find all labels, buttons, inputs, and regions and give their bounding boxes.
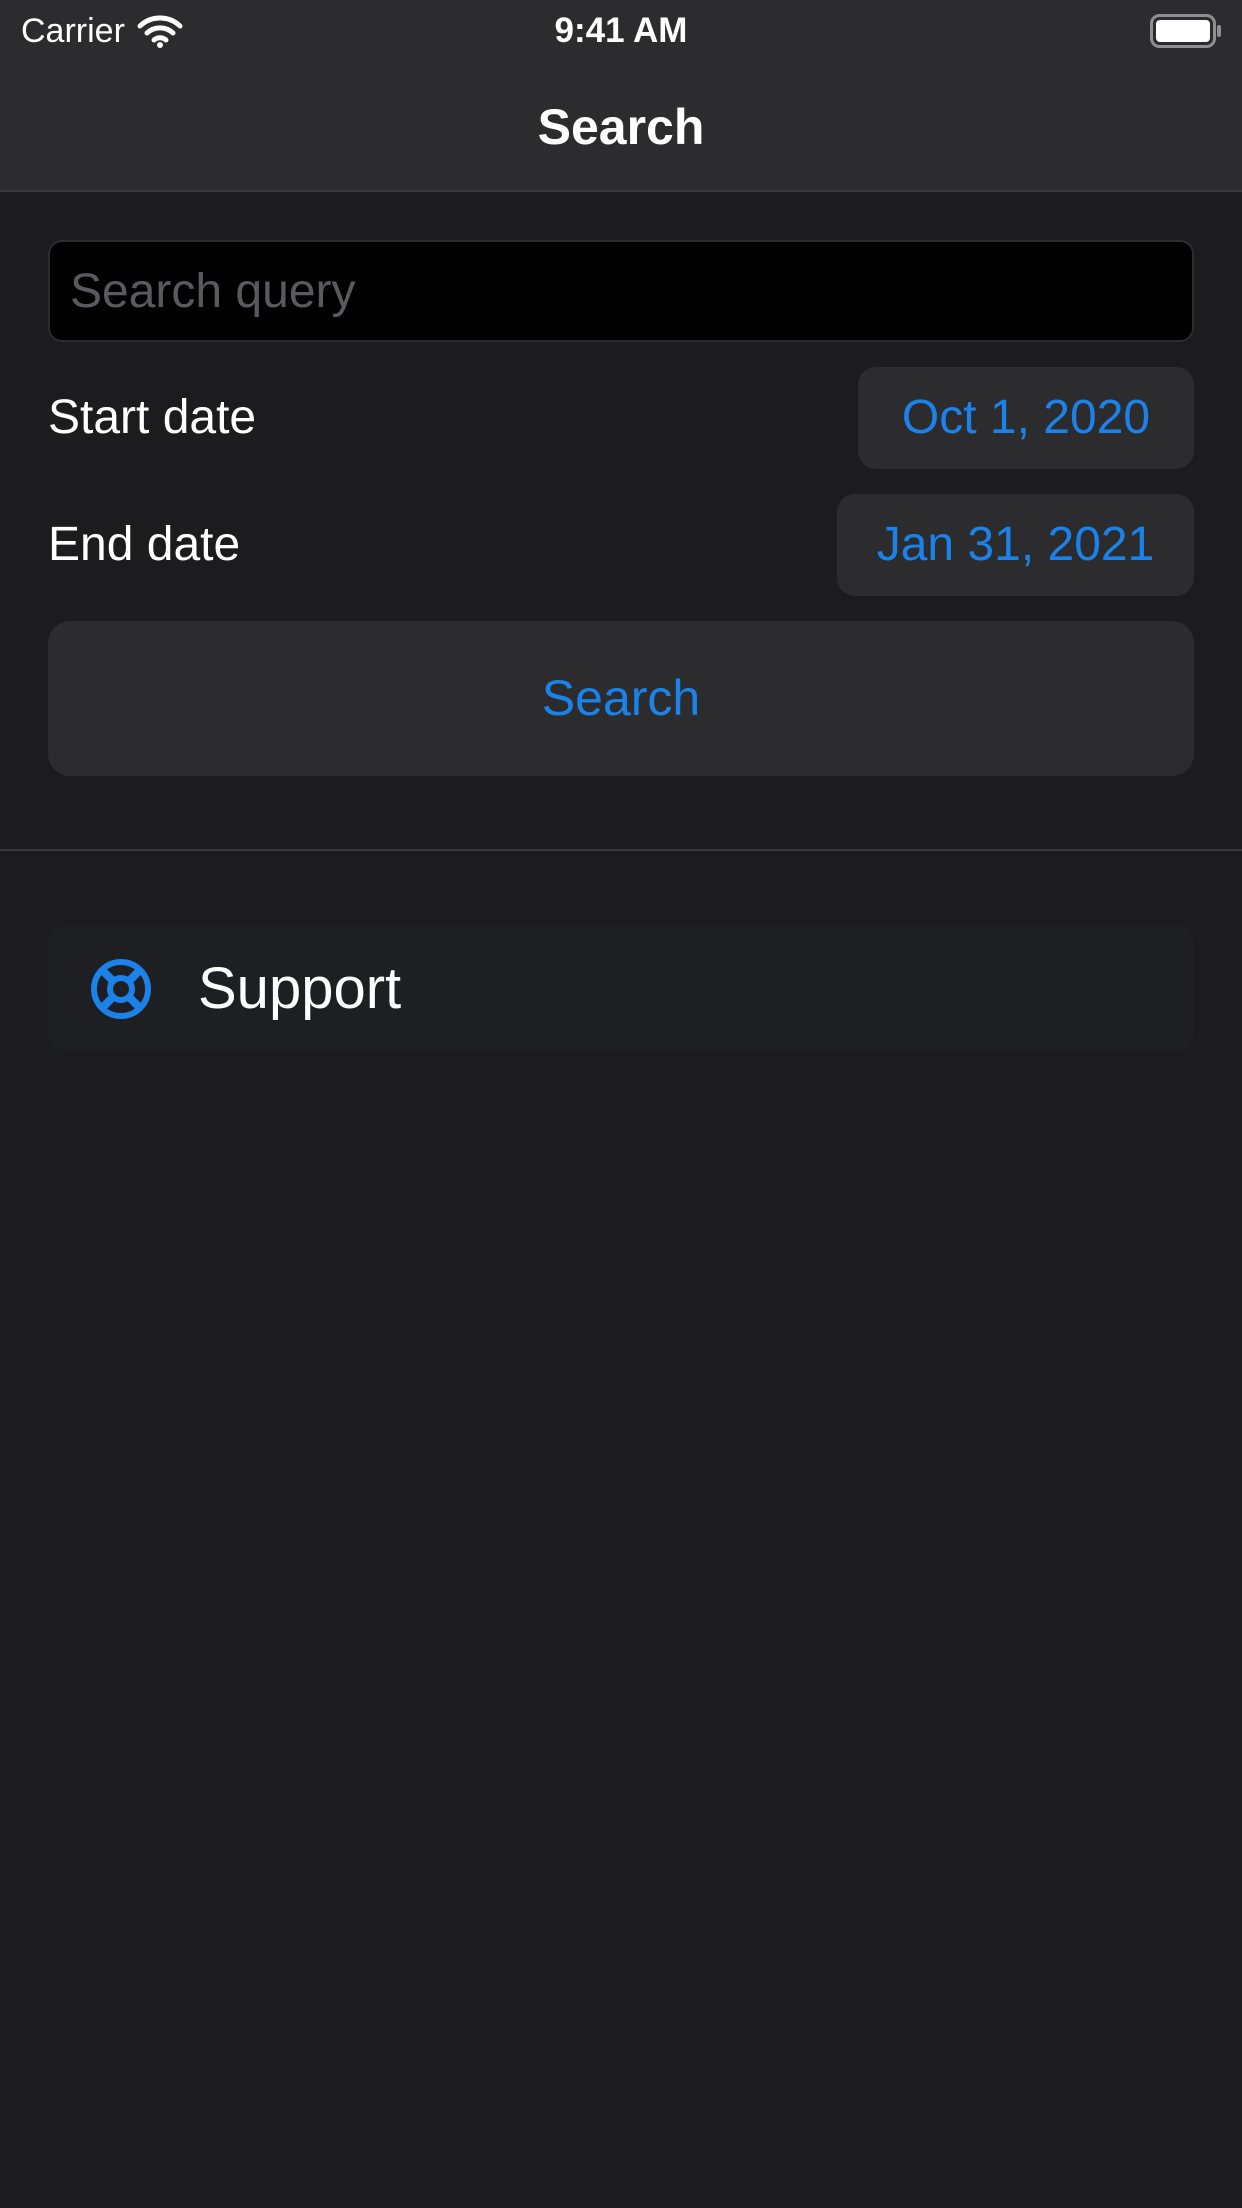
page-title: Search	[537, 99, 705, 155]
section-divider	[0, 849, 1242, 851]
support-label: Support	[198, 956, 402, 1021]
search-button[interactable]: Search	[48, 621, 1194, 776]
end-date-label: End date	[48, 518, 241, 571]
start-date-picker[interactable]: Oct 1, 2020	[858, 367, 1194, 469]
start-date-label: Start date	[48, 391, 257, 444]
status-bar: Carrier 9:41 AM	[0, 0, 1242, 62]
support-link[interactable]: Support	[48, 925, 1194, 1051]
status-time: 9:41 AM	[554, 11, 688, 50]
navigation-bar: Search	[0, 62, 1242, 192]
end-date-picker[interactable]: Jan 31, 2021	[837, 494, 1194, 596]
search-query-input[interactable]	[48, 240, 1194, 342]
battery-full-icon	[1150, 14, 1221, 48]
lifebuoy-icon	[91, 959, 151, 1019]
search-screen: Carrier 9:41 AM Search Start date Oct 1,…	[0, 0, 1242, 2208]
